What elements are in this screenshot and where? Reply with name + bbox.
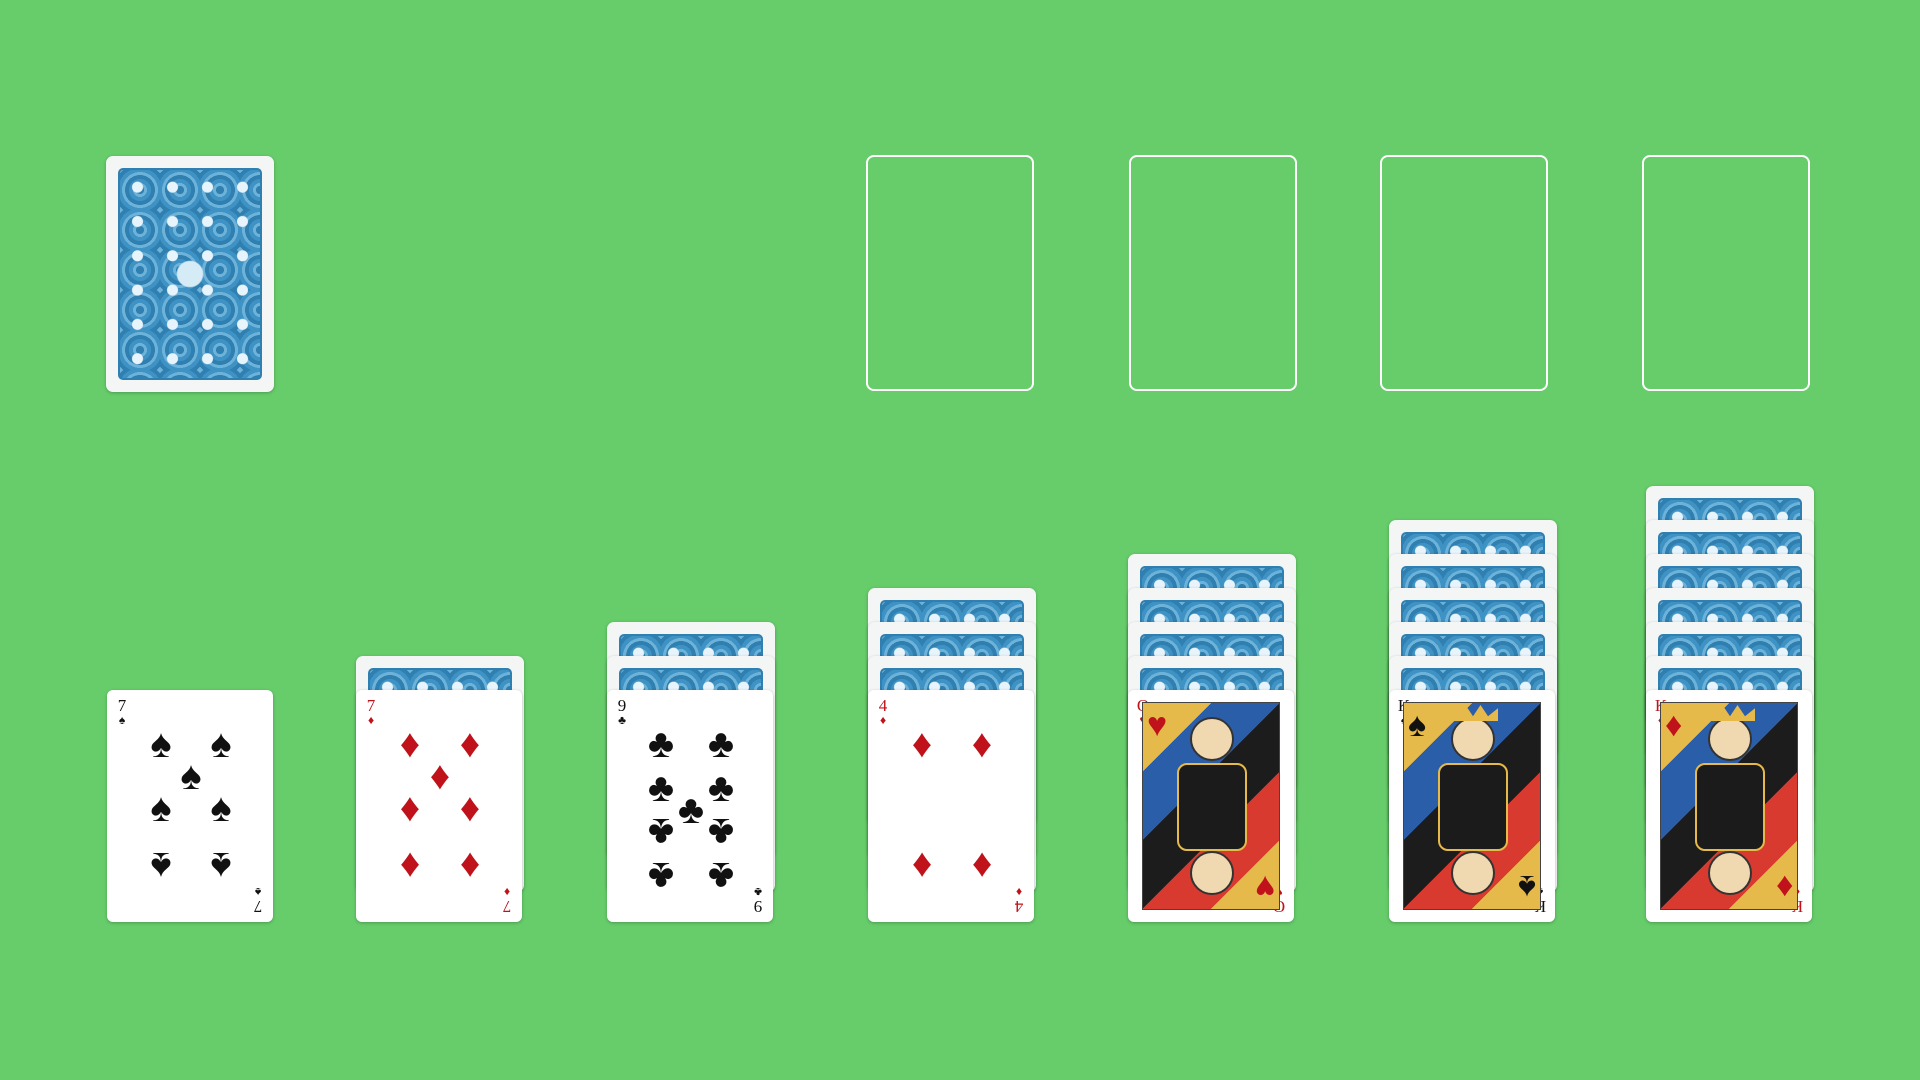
face-head bbox=[1708, 717, 1752, 761]
robe-art bbox=[1438, 763, 1508, 851]
foundation-slot-2[interactable] bbox=[1129, 155, 1297, 391]
court-card-artwork: ♦ ♦ bbox=[1660, 702, 1798, 910]
suit-pip: ♣ bbox=[707, 810, 735, 855]
stock-pile[interactable] bbox=[106, 156, 274, 392]
suit-pip: ♠ bbox=[150, 844, 172, 889]
faceup-card[interactable]: 9 ♣ 9 ♣ ♣ ♣ ♣ ♣ ♣ ♣ ♣ ♣ ♣ bbox=[607, 690, 773, 922]
faceup-card[interactable]: 4 ♦ 4 ♦ ♦ ♦ ♦ ♦ bbox=[868, 690, 1034, 922]
robe-art bbox=[1177, 763, 1247, 851]
court-suit-icon: ♥ bbox=[1254, 868, 1275, 905]
robe-art bbox=[1695, 763, 1765, 851]
crown-art bbox=[1705, 705, 1755, 721]
card-pips: ♣ ♣ ♣ ♣ ♣ ♣ ♣ ♣ ♣ bbox=[619, 706, 763, 906]
foundation-slot-1[interactable] bbox=[866, 155, 1034, 391]
suit-pip: ♦ bbox=[399, 844, 421, 889]
court-card-artwork: ♥ ♥ bbox=[1142, 702, 1280, 910]
crown-art bbox=[1448, 705, 1498, 721]
foundation-slot-4[interactable] bbox=[1642, 155, 1810, 391]
faceup-card[interactable]: 7 ♠ 7 ♠ ♠ ♠ ♠ ♠ ♠ ♠ ♠ bbox=[107, 690, 273, 922]
court-suit-icon: ♦ bbox=[1665, 707, 1683, 744]
faceup-card[interactable]: K♦K♦♦♦ bbox=[1646, 690, 1812, 922]
face-head-mirrored bbox=[1708, 851, 1752, 895]
suit-pip: ♦ bbox=[399, 785, 421, 830]
court-suit-icon: ♥ bbox=[1147, 707, 1168, 744]
foundation-slot-3[interactable] bbox=[1380, 155, 1548, 391]
card-pips: ♠ ♠ ♠ ♠ ♠ ♠ ♠ bbox=[119, 706, 263, 906]
court-suit-icon: ♠ bbox=[1408, 707, 1427, 744]
face-head bbox=[1451, 717, 1495, 761]
suit-pip: ♦ bbox=[971, 844, 993, 889]
suit-pip: ♣ bbox=[647, 810, 675, 855]
suit-pip: ♦ bbox=[459, 844, 481, 889]
face-head-mirrored bbox=[1451, 851, 1495, 895]
suit-pip: ♠ bbox=[210, 844, 232, 889]
faceup-card[interactable]: 7 ♦ 7 ♦ ♦ ♦ ♦ ♦ ♦ ♦ ♦ bbox=[356, 690, 522, 922]
court-suit-icon: ♠ bbox=[1517, 868, 1536, 905]
faceup-card[interactable]: K♠K♠♠♠ bbox=[1389, 690, 1555, 922]
face-head bbox=[1190, 717, 1234, 761]
face-head-mirrored bbox=[1190, 851, 1234, 895]
suit-pip: ♣ bbox=[647, 854, 675, 899]
suit-pip: ♣ bbox=[707, 854, 735, 899]
card-pips: ♦ ♦ ♦ ♦ ♦ ♦ ♦ bbox=[368, 706, 512, 906]
suit-pip: ♦ bbox=[911, 721, 933, 766]
court-suit-icon: ♦ bbox=[1775, 868, 1793, 905]
card-back-pattern bbox=[118, 168, 262, 380]
card-pips: ♦ ♦ ♦ ♦ bbox=[880, 706, 1024, 906]
suit-pip: ♠ bbox=[150, 785, 172, 830]
suit-pip: ♣ bbox=[707, 721, 735, 766]
suit-pip: ♦ bbox=[971, 721, 993, 766]
faceup-card[interactable]: Q♥Q♥♥♥ bbox=[1128, 690, 1294, 922]
suit-pip: ♣ bbox=[647, 721, 675, 766]
suit-pip: ♠ bbox=[210, 785, 232, 830]
suit-pip: ♦ bbox=[911, 844, 933, 889]
suit-pip: ♦ bbox=[459, 785, 481, 830]
court-card-artwork: ♠ ♠ bbox=[1403, 702, 1541, 910]
